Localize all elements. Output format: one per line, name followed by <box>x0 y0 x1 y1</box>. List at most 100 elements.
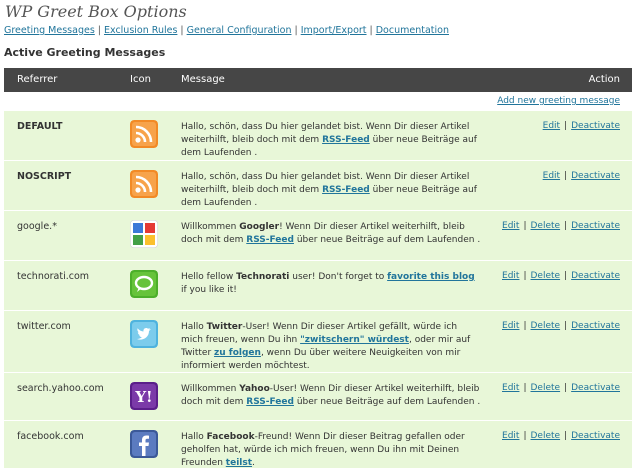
message-highlight: Technorati <box>236 272 290 282</box>
delete-link[interactable]: Delete <box>531 221 561 231</box>
deactivate-link[interactable]: Deactivate <box>571 383 620 393</box>
subnav-separator: | <box>294 25 298 36</box>
message-cell: Hallo, schön, dass Du hier gelandet bist… <box>181 121 481 160</box>
message-text: über neue Beiträge auf dem Laufenden . <box>293 235 481 245</box>
actions-cell: Edit | Delete | Deactivate <box>502 321 620 331</box>
message-cell: Hallo Twitter-User! Wenn Dir dieser Arti… <box>181 321 481 373</box>
deactivate-link[interactable]: Deactivate <box>571 271 620 281</box>
add-row: Add new greeting message <box>4 92 632 110</box>
table-row: twitter.com Hallo Twitter-User! Wenn Dir… <box>4 310 632 372</box>
edit-link[interactable]: Edit <box>502 383 519 393</box>
subnav-separator: | <box>369 25 373 36</box>
delete-link[interactable]: Delete <box>531 321 561 331</box>
tweet-link[interactable]: "zwitschern" würdest <box>300 335 409 345</box>
add-greeting-link[interactable]: Add new greeting message <box>497 96 620 106</box>
actions-separator: | <box>564 431 568 441</box>
actions-separator: | <box>523 431 527 441</box>
subnav-exclusion-rules[interactable]: Exclusion Rules <box>104 25 177 36</box>
header-action: Action <box>588 74 620 85</box>
twitter-icon <box>130 320 158 348</box>
subnav: Greeting Messages | Exclusion Rules | Genera… <box>4 25 449 36</box>
message-cell: Hallo Facebook-Freund! Wenn Dir dieser B… <box>181 431 481 468</box>
table-row: NOSCRIPT Hallo, schön, dass Du hier gela… <box>4 160 632 210</box>
message-highlight: Twitter <box>206 322 243 332</box>
subnav-general-configuration[interactable]: General Configuration <box>187 25 292 36</box>
deactivate-link[interactable]: Deactivate <box>571 121 620 131</box>
message-text: Hallo <box>181 322 207 332</box>
actions-separator: | <box>523 221 527 231</box>
referrer-cell: technorati.com <box>17 271 90 282</box>
referrer-cell: DEFAULT <box>17 121 63 132</box>
table-row: google.* Willkommen Googler! Wenn Dir di… <box>4 210 632 260</box>
delete-link[interactable]: Delete <box>531 431 561 441</box>
deactivate-link[interactable]: Deactivate <box>571 321 620 331</box>
facebook-icon <box>130 430 158 458</box>
follow-link[interactable]: zu folgen <box>214 348 261 358</box>
edit-link[interactable]: Edit <box>502 271 519 281</box>
subnav-import-export[interactable]: Import/Export <box>301 25 367 36</box>
referrer-cell: search.yahoo.com <box>17 383 104 394</box>
actions-separator: | <box>564 121 568 131</box>
actions-separator: | <box>523 383 527 393</box>
message-text: . <box>252 458 255 468</box>
actions-cell: Edit | Delete | Deactivate <box>502 383 620 393</box>
rss-feed-link[interactable]: RSS-Feed <box>322 135 370 145</box>
rss-feed-link[interactable]: RSS-Feed <box>246 397 294 407</box>
table-row: DEFAULT Hallo, schön, dass Du hier gelan… <box>4 110 632 160</box>
rss-feed-link[interactable]: RSS-Feed <box>322 185 370 195</box>
edit-link[interactable]: Edit <box>502 321 519 331</box>
table-header: Referrer Icon Message Action <box>4 68 632 92</box>
referrer-cell: NOSCRIPT <box>17 171 72 182</box>
referrer-cell: facebook.com <box>17 431 84 442</box>
actions-cell: Edit | Deactivate <box>543 171 620 181</box>
header-icon: Icon <box>130 74 151 85</box>
edit-link[interactable]: Edit <box>543 171 560 181</box>
message-text: if you like it! <box>181 285 237 295</box>
actions-separator: | <box>564 221 568 231</box>
actions-separator: | <box>564 271 568 281</box>
message-cell: Willkommen Yahoo-User! Wenn Dir dieser A… <box>181 383 481 409</box>
favorite-link[interactable]: favorite this blog <box>387 272 475 282</box>
message-text: Hallo <box>181 432 207 442</box>
yahoo-icon: Y! <box>130 382 158 410</box>
edit-link[interactable]: Edit <box>502 221 519 231</box>
subnav-separator: | <box>180 25 184 36</box>
rss-feed-link[interactable]: RSS-Feed <box>246 235 294 245</box>
table-row: technorati.com Hello fellow Technorati u… <box>4 260 632 310</box>
edit-link[interactable]: Edit <box>543 121 560 131</box>
rss-icon <box>130 170 158 198</box>
subnav-documentation[interactable]: Documentation <box>376 25 449 36</box>
message-text: Hello fellow <box>181 272 237 282</box>
deactivate-link[interactable]: Deactivate <box>571 221 620 231</box>
subnav-greeting-messages[interactable]: Greeting Messages <box>4 25 95 36</box>
edit-link[interactable]: Edit <box>502 431 519 441</box>
delete-link[interactable]: Delete <box>531 383 561 393</box>
google-icon <box>130 220 158 248</box>
rss-icon <box>130 120 158 148</box>
actions-cell: Edit | Delete | Deactivate <box>502 221 620 231</box>
message-text: Willkommen <box>181 384 240 394</box>
message-text: user! Don't forget to <box>289 272 388 282</box>
actions-separator: | <box>564 321 568 331</box>
message-text: über neue Beiträge auf dem Laufenden . <box>293 397 481 407</box>
actions-cell: Edit | Delete | Deactivate <box>502 271 620 281</box>
svg-text:Y!: Y! <box>134 388 152 406</box>
actions-separator: | <box>564 383 568 393</box>
delete-link[interactable]: Delete <box>531 271 561 281</box>
table-row: facebook.com Hallo Facebook-Freund! Wenn… <box>4 420 632 468</box>
message-highlight: Yahoo <box>239 384 270 394</box>
share-link[interactable]: teilst <box>226 458 252 468</box>
message-highlight: Googler <box>239 222 280 232</box>
section-title: Active Greeting Messages <box>4 46 166 59</box>
message-highlight: Facebook <box>206 432 255 442</box>
message-cell: Hallo, schön, dass Du hier gelandet bist… <box>181 171 481 210</box>
actions-separator: | <box>564 171 568 181</box>
subnav-separator: | <box>97 25 101 36</box>
referrer-cell: google.* <box>17 221 57 232</box>
deactivate-link[interactable]: Deactivate <box>571 171 620 181</box>
table-row: search.yahoo.com Y! Willkommen Yahoo-Use… <box>4 372 632 420</box>
actions-cell: Edit | Delete | Deactivate <box>502 431 620 441</box>
page-title: WP Greet Box Options <box>5 2 187 21</box>
referrer-cell: twitter.com <box>17 321 71 332</box>
deactivate-link[interactable]: Deactivate <box>571 431 620 441</box>
